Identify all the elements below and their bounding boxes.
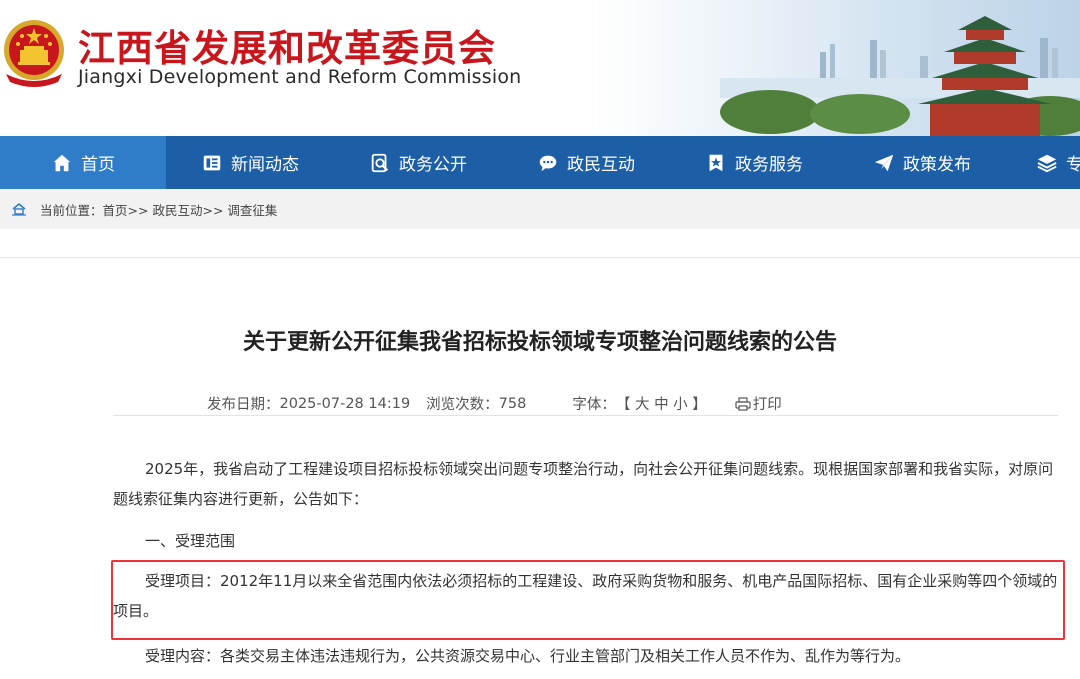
chat-icon <box>537 152 559 174</box>
layers-icon <box>1036 152 1058 174</box>
national-emblem-icon <box>4 20 64 87</box>
nav-item-label: 专 <box>1066 155 1080 175</box>
nav-item-label: 政务服务 <box>735 155 803 175</box>
pavilion-scenery-image <box>720 16 1080 136</box>
view-count: 758 <box>498 395 527 412</box>
article-paragraph: 受理内容：各类交易主体违法违规行为，公共资源交易中心、行业主管部门及相关工作人员… <box>145 647 911 665</box>
header-banner: 江西省发展和改革委员会 Jiangxi Development and Refo… <box>0 0 1080 136</box>
nav-item-policy[interactable]: 政策发布 <box>838 136 1006 189</box>
news-icon <box>201 152 223 174</box>
nav-item-home[interactable]: 首页 <box>0 136 166 189</box>
site-title: 江西省发展和改革委员会 <box>78 27 496 70</box>
nav-item-label: 新闻动态 <box>231 155 299 175</box>
breadcrumb-survey-link[interactable]: 调查征集 <box>227 200 277 219</box>
printer-icon <box>735 396 751 411</box>
nav-item-label: 政务公开 <box>399 155 467 175</box>
nav-item-topics[interactable]: 专 <box>1006 136 1080 189</box>
nav-item-label: 政民互动 <box>567 155 635 175</box>
main-nav: 首页 新闻动态 政务公开 政民互动 政务服务 政策发布 专 <box>0 136 1080 189</box>
divider <box>0 257 1080 258</box>
font-size-label: 字体： <box>572 397 616 413</box>
article-paragraph: 受理项目：2012年11月以来全省范围内依法必须招标的工程建设、政府采购货物和服… <box>113 572 1058 620</box>
print-button[interactable]: 打印 <box>735 393 782 414</box>
publish-date: 2025-07-28 14:19 <box>279 395 411 412</box>
breadcrumb-prefix: 当前位置： <box>40 202 103 218</box>
nav-item-label: 政策发布 <box>903 155 971 175</box>
article-title: 关于更新公开征集我省招标投标领域专项整治问题线索的公告 <box>242 330 837 355</box>
nav-item-label: 首页 <box>81 155 115 175</box>
print-label: 打印 <box>752 397 782 413</box>
breadcrumb-home-link[interactable]: 首页>> <box>103 200 149 219</box>
views-label: 浏览次数： <box>426 397 499 413</box>
search-doc-icon <box>369 152 391 174</box>
home-icon <box>12 202 26 216</box>
font-size-options[interactable]: 【 大 中 小 】 <box>616 393 707 414</box>
nav-item-news[interactable]: 新闻动态 <box>166 136 334 189</box>
article-paragraph: 2025年，我省启动了工程建设项目招标投标领域突出问题专项整治行动，向社会公开征… <box>113 460 1054 508</box>
breadcrumb-interaction-link[interactable]: 政民互动>> <box>152 200 223 219</box>
send-icon <box>873 152 895 174</box>
home-icon <box>51 152 73 174</box>
article-meta: 发布日期： 2025-07-28 14:19 浏览次数： 758 字体： 【 大… <box>207 393 782 414</box>
nav-item-services[interactable]: 政务服务 <box>670 136 838 189</box>
nav-item-public-affairs[interactable]: 政务公开 <box>334 136 502 189</box>
breadcrumb: 当前位置： 首页>> 政民互动>> 调查征集 <box>0 189 1080 229</box>
publish-date-label: 发布日期： <box>207 397 280 413</box>
nav-item-interaction[interactable]: 政民互动 <box>502 136 670 189</box>
star-badge-icon <box>705 152 727 174</box>
section-heading: 一、受理范围 <box>145 532 236 550</box>
divider <box>113 415 1058 416</box>
site-subtitle: Jiangxi Development and Reform Commissio… <box>78 66 522 88</box>
